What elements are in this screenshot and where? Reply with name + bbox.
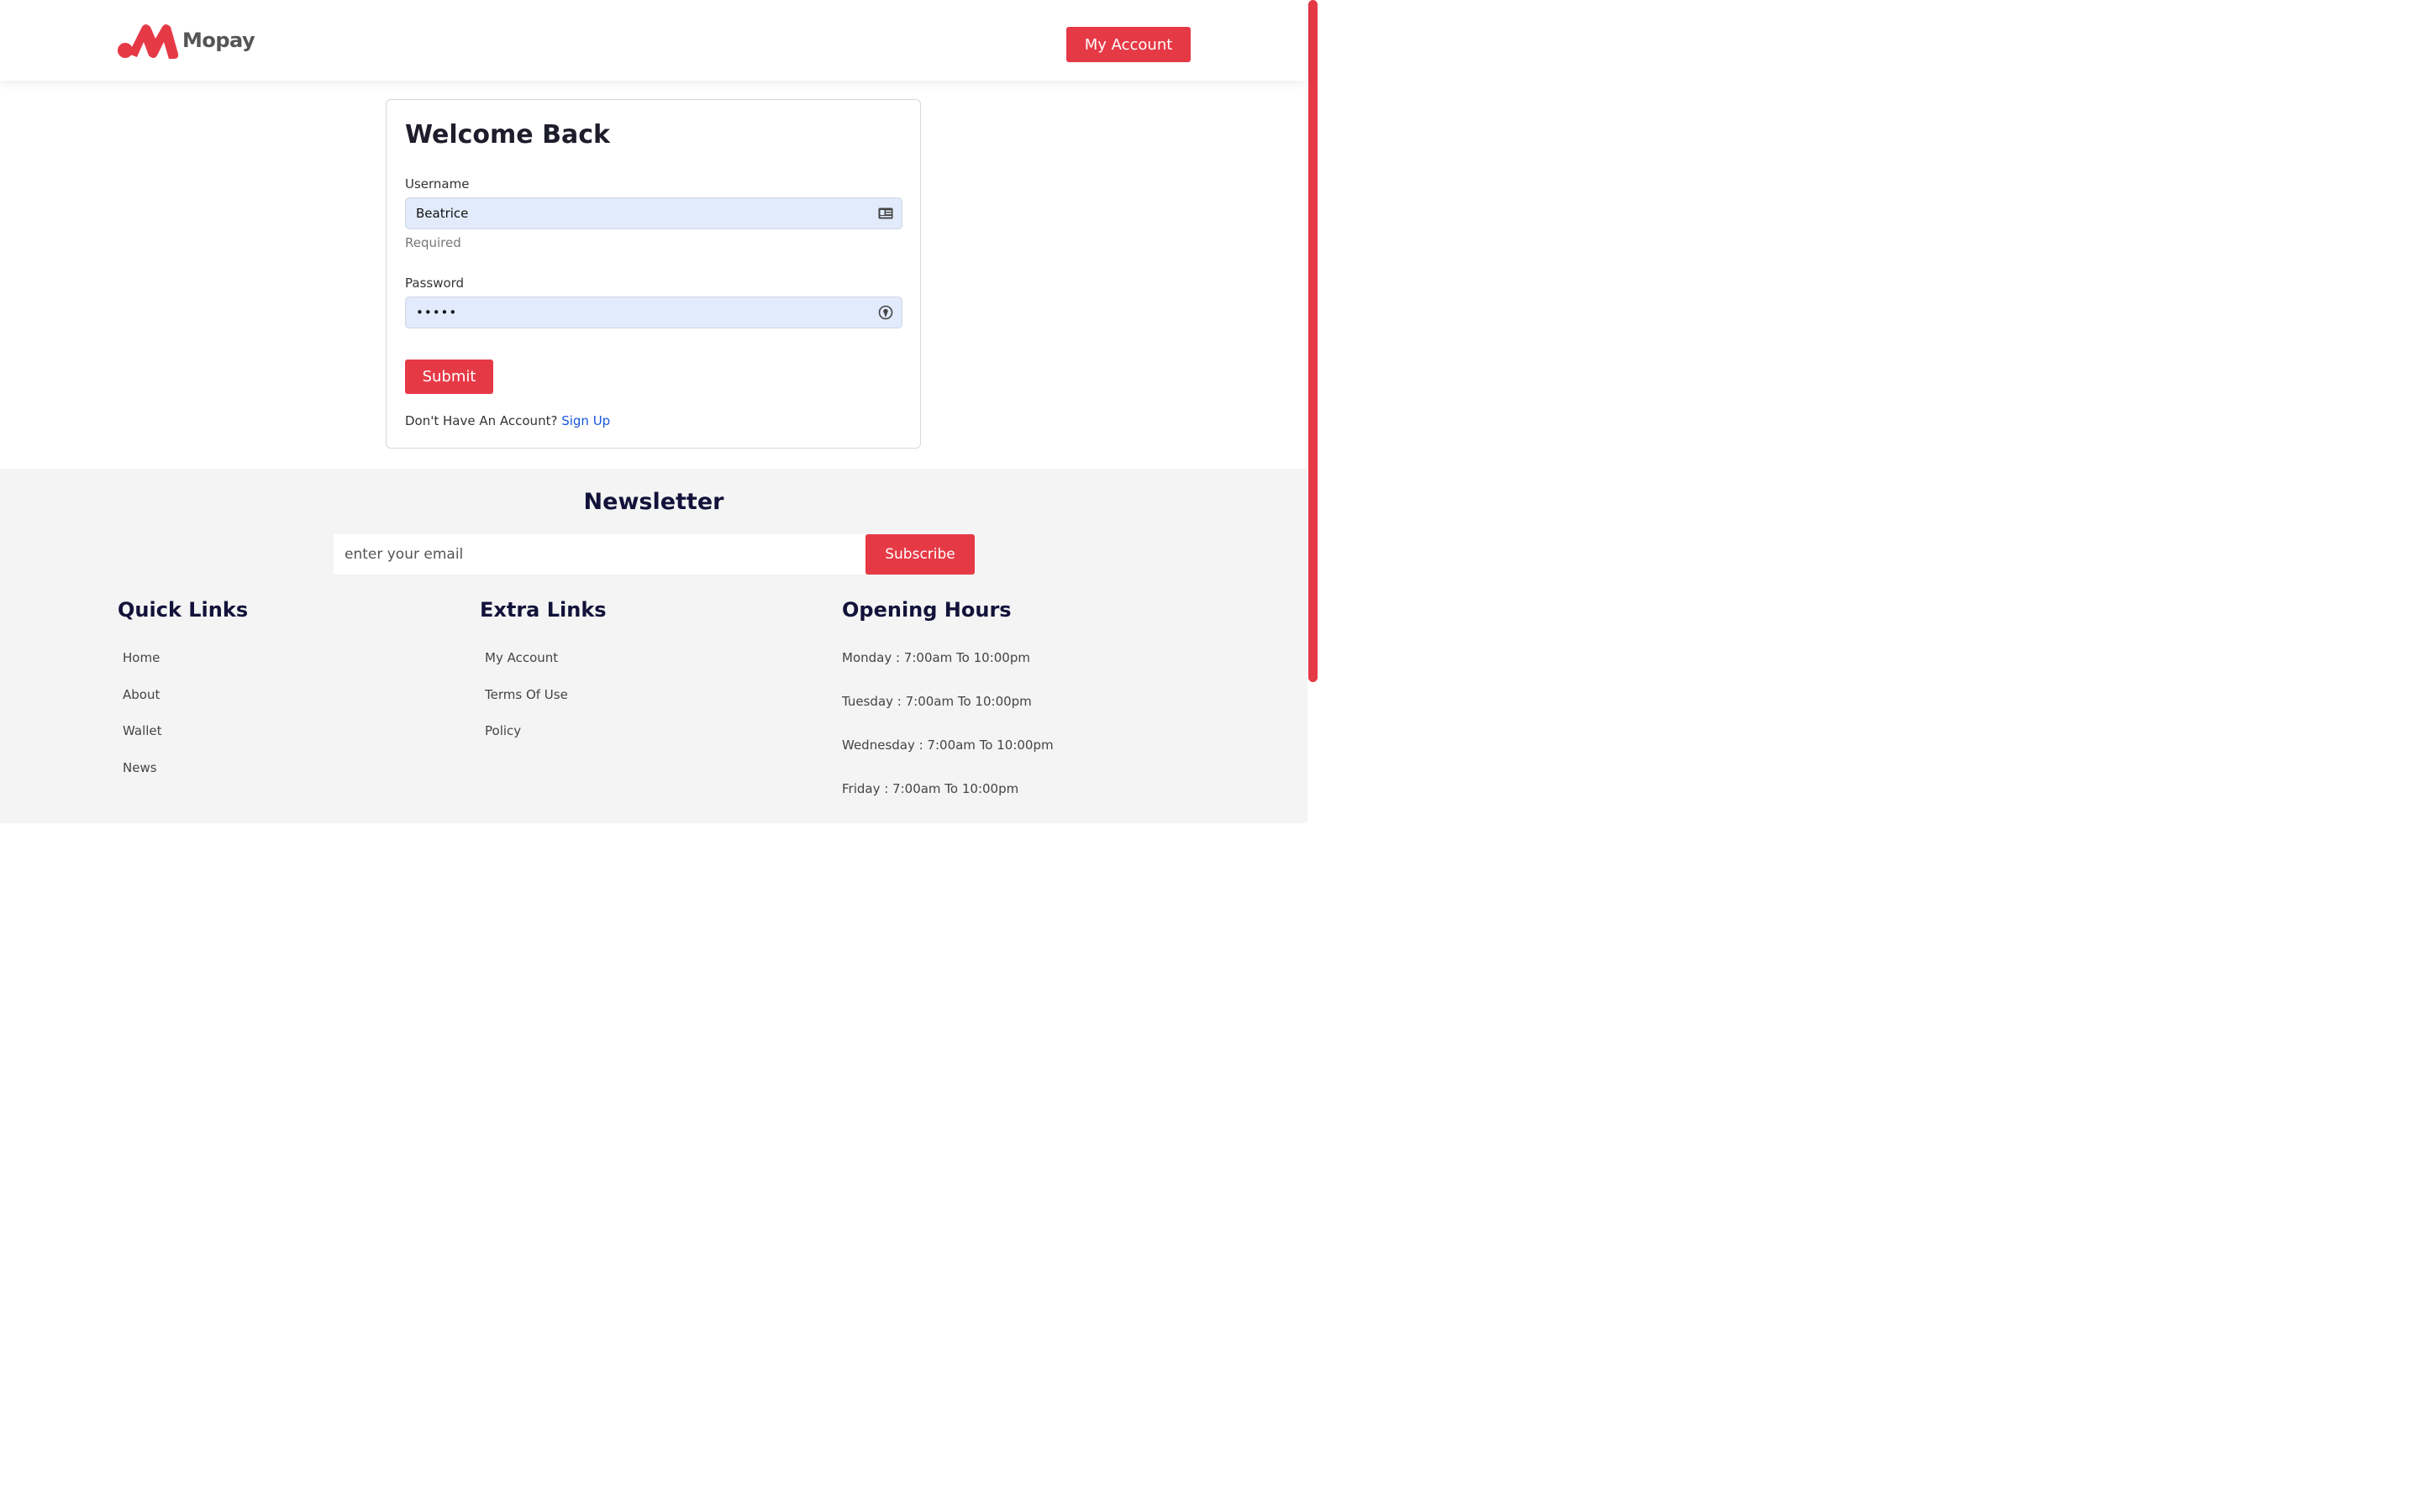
quick-links-title: Quick Links [118, 598, 249, 622]
hours-friday: Friday : 7:00am To 10:00pm [842, 781, 1019, 796]
newsletter-email-input[interactable] [334, 534, 865, 575]
hours-wednesday: Wednesday : 7:00am To 10:00pm [842, 738, 1054, 753]
password-label: Password [405, 276, 465, 291]
footer-link-policy[interactable]: Policy [485, 723, 521, 738]
footer-link-home[interactable]: Home [123, 650, 160, 665]
footer-link-about[interactable]: About [123, 687, 160, 702]
brand-logo[interactable]: Mopay [117, 20, 255, 60]
my-account-button[interactable]: My Account [1066, 27, 1191, 62]
username-hint: Required [405, 235, 461, 250]
mopay-logo-icon [118, 24, 179, 59]
site-header: Mopay My Account [0, 0, 1307, 81]
footer-link-news[interactable]: News [123, 760, 157, 775]
footer-link-wallet[interactable]: Wallet [123, 723, 162, 738]
opening-hours-title: Opening Hours [842, 598, 1012, 622]
login-card: Welcome Back Username Required Password … [386, 99, 921, 449]
newsletter-title: Newsletter [583, 489, 724, 515]
scrollbar-thumb[interactable] [1308, 0, 1318, 682]
username-field [405, 197, 902, 229]
brand-name: Mopay [182, 29, 255, 52]
signup-prompt-text: Don't Have An Account? [405, 413, 558, 428]
signup-link[interactable]: Sign Up [561, 413, 610, 428]
password-key-icon[interactable] [878, 305, 893, 320]
password-input[interactable] [406, 297, 876, 328]
signup-prompt: Don't Have An Account? Sign Up [405, 413, 610, 428]
hours-monday: Monday : 7:00am To 10:00pm [842, 650, 1030, 665]
username-label: Username [405, 176, 470, 192]
footer-link-terms[interactable]: Terms Of Use [485, 687, 568, 702]
subscribe-button[interactable]: Subscribe [865, 534, 975, 575]
extra-links-title: Extra Links [480, 598, 607, 622]
footer-link-my-account[interactable]: My Account [485, 650, 558, 665]
hours-tuesday: Tuesday : 7:00am To 10:00pm [842, 694, 1032, 709]
login-title: Welcome Back [405, 120, 610, 150]
password-field [405, 297, 902, 328]
site-footer: Newsletter Subscribe Quick Links Home Ab… [0, 469, 1307, 823]
submit-button[interactable]: Submit [405, 360, 493, 394]
username-input[interactable] [406, 198, 876, 228]
id-card-icon[interactable] [878, 207, 893, 220]
